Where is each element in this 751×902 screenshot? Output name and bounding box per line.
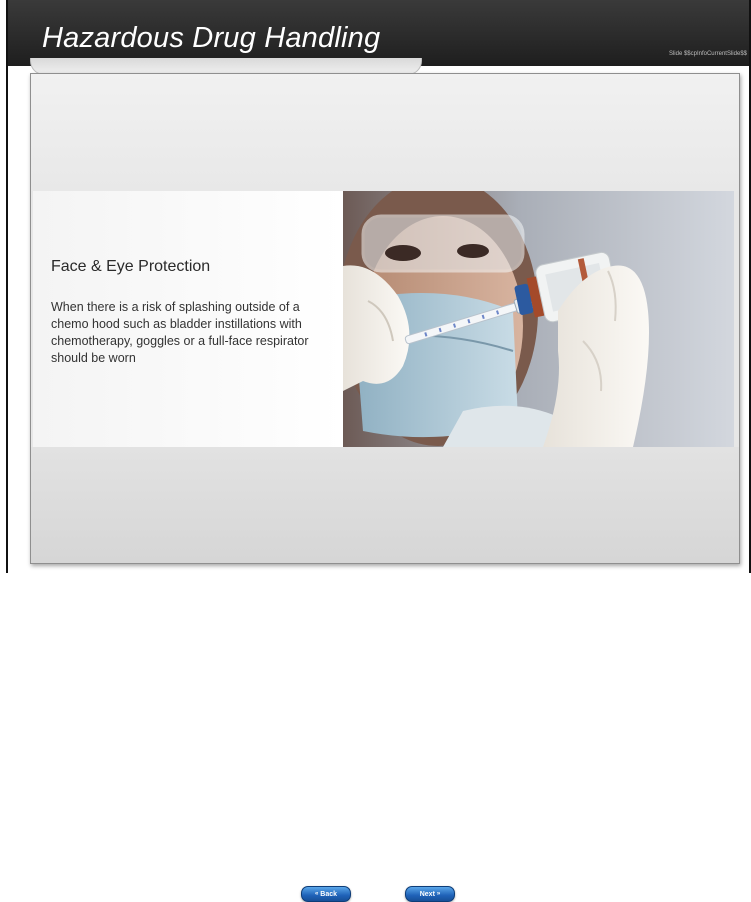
header-bar: Hazardous Drug Handling Slide $$cpInfoCu… <box>8 0 749 66</box>
next-button[interactable]: Next » <box>405 886 455 902</box>
slide-info-text: Slide $$cpInfoCurrentSlide$$ <box>668 51 747 57</box>
section-heading: Face & Eye Protection <box>51 258 211 275</box>
photo-illustration <box>343 191 734 447</box>
back-button[interactable]: « Back <box>301 886 351 902</box>
slide-panel: Face & Eye Protection When there is a ri… <box>30 73 740 902</box>
section-body-text: When there is a risk of splashing outsid… <box>51 300 309 365</box>
double-chevron-right-icon: » <box>436 891 441 897</box>
next-button-label: Next <box>419 890 435 898</box>
protective-equipment-photo <box>343 191 734 447</box>
panel-top-area <box>31 74 739 191</box>
panel-bottom-area: « Back Next » <box>31 447 739 902</box>
window-left-border <box>6 0 8 573</box>
course-title: Hazardous Drug Handling <box>42 22 381 54</box>
back-button-label: Back <box>320 890 338 898</box>
double-chevron-left-icon: « <box>314 891 319 897</box>
text-content-area: Face & Eye Protection When there is a ri… <box>33 191 343 447</box>
